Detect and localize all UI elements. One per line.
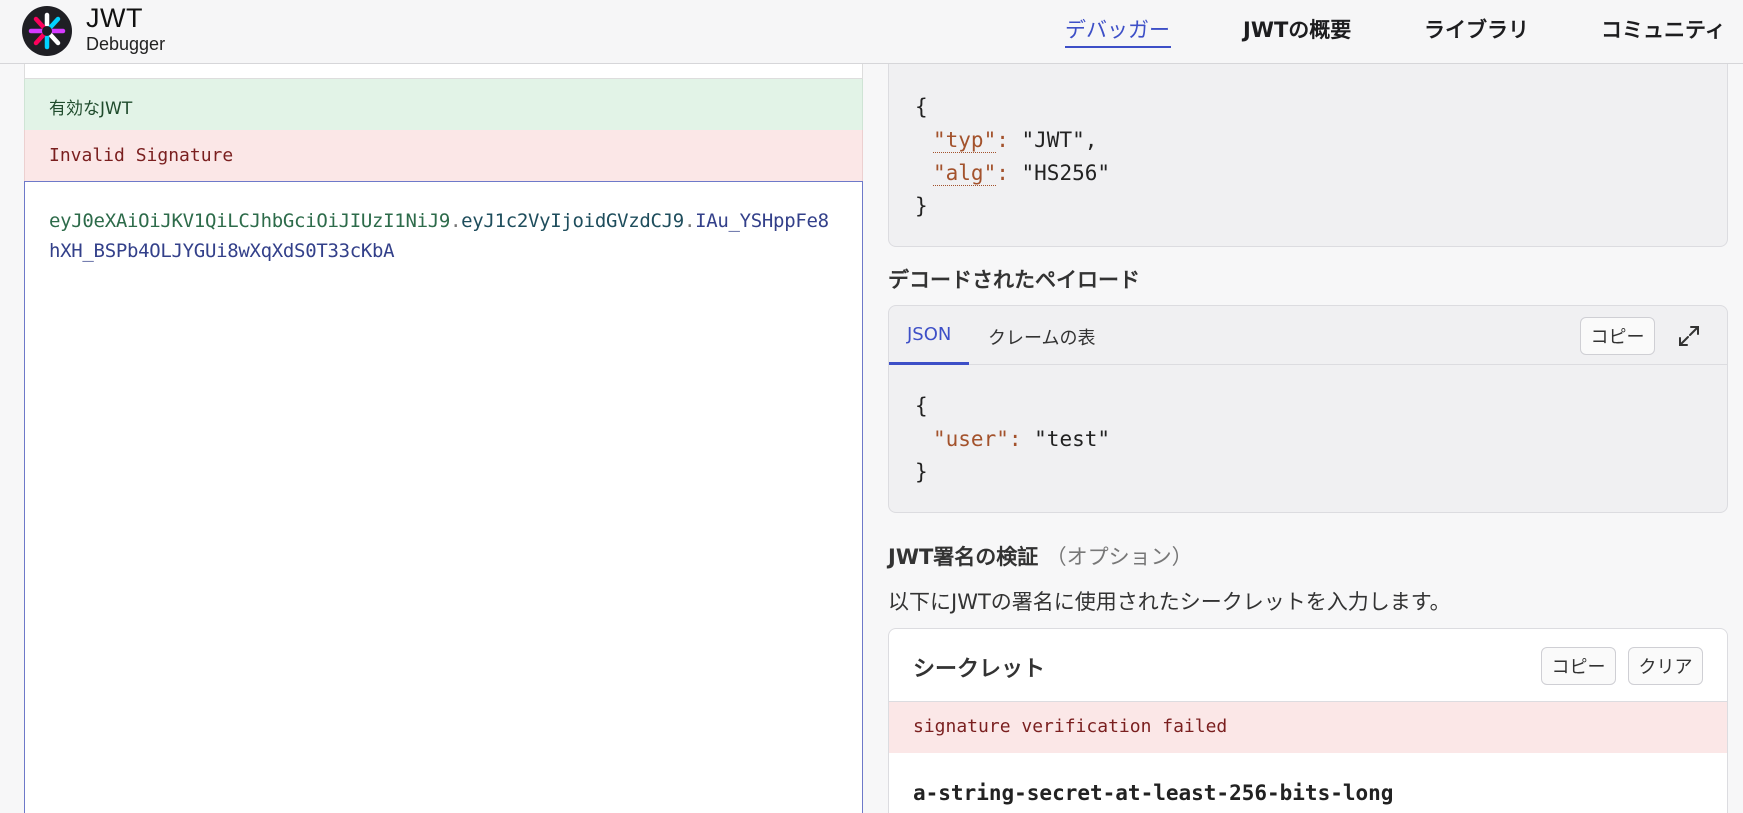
json-value: "test": [1034, 427, 1111, 451]
json-key: "user": [933, 427, 1009, 451]
decoded-payload-card: JSON クレームの表 コピー { "user": "test" }: [888, 305, 1728, 513]
json-key: "alg": [933, 161, 997, 186]
json-value: "JWT",: [1021, 128, 1098, 152]
secret-clear-button[interactable]: クリア: [1628, 647, 1703, 685]
status-valid-jwt: 有効なJWT: [24, 79, 863, 130]
nav-introduction[interactable]: JWTの概要: [1243, 14, 1351, 44]
brand-title: JWT: [86, 3, 143, 33]
json-value: "HS256": [1021, 161, 1111, 185]
json-close-brace: }: [915, 460, 928, 484]
secret-error-banner: signature verification failed: [889, 702, 1727, 753]
token-separator: .: [683, 210, 696, 232]
tab-json-underline: [889, 362, 969, 365]
decoded-header-card: { "typ": "JWT", "alg": "HS256" }: [888, 40, 1728, 247]
brand-subtitle: Debugger: [86, 34, 166, 54]
expand-icon[interactable]: [1676, 323, 1702, 349]
jwt-logo-icon[interactable]: [22, 6, 72, 56]
nav-debugger[interactable]: デバッガー: [1065, 14, 1170, 44]
tab-claims-table[interactable]: クレームの表: [988, 324, 1095, 350]
encoded-token-input[interactable]: eyJ0eXAiOiJKV1QiLCJhbGciOiJIUzI1NiJ9.eyJ…: [24, 181, 863, 813]
json-key: "typ": [933, 128, 997, 153]
secret-copy-button[interactable]: コピー: [1541, 647, 1616, 685]
json-open-brace: {: [915, 394, 928, 418]
decoded-payload-title: デコードされたペイロード: [888, 268, 1140, 292]
nav-community[interactable]: コミュニティ: [1601, 14, 1726, 44]
top-navbar: JWT Debugger デバッガー JWTの概要 ライブラリ コミュニティ: [0, 0, 1743, 64]
payload-tabbar: JSON クレームの表 コピー: [889, 306, 1727, 365]
encoded-panel-top: [24, 64, 863, 79]
payload-copy-button[interactable]: コピー: [1580, 317, 1655, 355]
json-line: "typ": "JWT",: [933, 128, 1098, 153]
secret-card: シークレット コピー クリア signature verification fa…: [888, 628, 1728, 813]
nav-libraries[interactable]: ライブラリ: [1424, 14, 1529, 44]
verify-title-optional: （オプション）: [1045, 545, 1193, 569]
verify-description: 以下にJWTの署名に使用されたシークレットを入力します。: [888, 590, 1451, 614]
secret-input[interactable]: a-string-secret-at-least-256-bits-long: [913, 781, 1393, 805]
secret-title: シークレット: [913, 657, 1046, 682]
verify-title: JWT署名の検証 （オプション）: [888, 541, 1193, 571]
json-line: "user": "test": [933, 427, 1111, 451]
token-separator: .: [450, 210, 462, 232]
json-line: "alg": "HS256": [933, 161, 1111, 186]
json-close-brace: }: [915, 194, 928, 218]
secret-error-text: signature verification failed: [913, 716, 1228, 737]
status-invalid-label: Invalid Signature: [49, 145, 234, 166]
status-invalid-signature: Invalid Signature: [24, 130, 863, 181]
token-payload-part: eyJ1c2VyIjoidGVzdCJ9: [461, 210, 684, 232]
token-header-part: eyJ0eXAiOiJKV1QiLCJhbGciOiJIUzI1NiJ9: [49, 210, 451, 232]
tab-json[interactable]: JSON: [907, 324, 951, 345]
json-open-brace: {: [915, 95, 928, 119]
verify-title-text: JWT署名の検証: [888, 545, 1039, 569]
encoded-token-text[interactable]: eyJ0eXAiOiJKV1QiLCJhbGciOiJIUzI1NiJ9.eyJ…: [49, 206, 839, 266]
status-valid-label: 有効なJWT: [49, 99, 133, 119]
nav-active-underline: [1065, 46, 1171, 48]
